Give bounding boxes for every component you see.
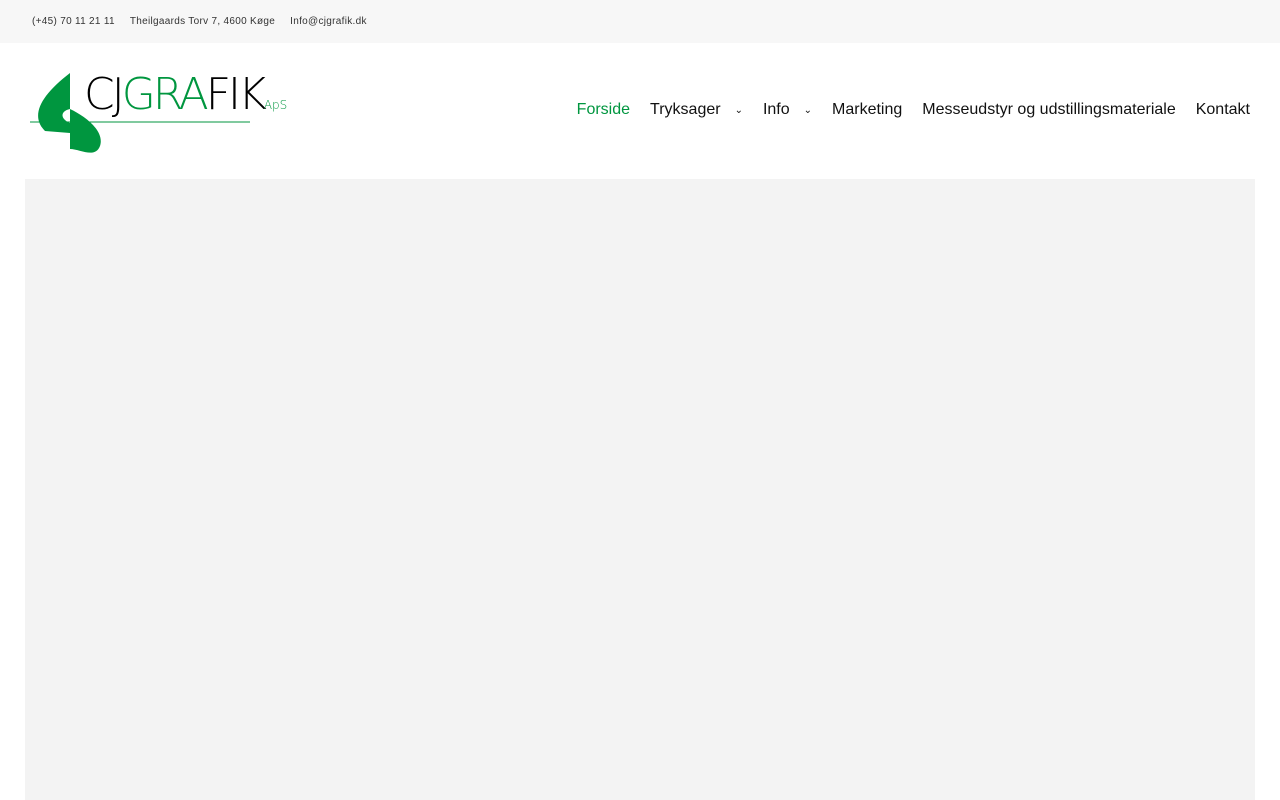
nav-marketing[interactable]: Marketing <box>832 101 902 119</box>
main-nav: Forside Tryksager ⌄ Info ⌄ Marketing Messe… <box>577 101 1250 119</box>
logo[interactable]: CJGRAFIKApS <box>30 69 287 166</box>
logo-text: CJGRAFIKApS <box>84 69 288 120</box>
nav-kontakt[interactable]: Kontakt <box>1196 101 1250 119</box>
header: CJGRAFIKApS Forside Tryksager ⌄ Info ⌄ Mar… <box>0 43 1280 179</box>
phone-link[interactable]: (+45) 70 11 21 11 <box>32 16 115 27</box>
chevron-down-icon: ⌄ <box>734 104 743 116</box>
nav-info[interactable]: Info ⌄ <box>763 101 812 119</box>
hero-placeholder <box>25 179 1255 800</box>
email-link[interactable]: Info@cjgrafik.dk <box>290 16 367 27</box>
top-bar: (+45) 70 11 21 11 Theilgaards Torv 7, 46… <box>0 0 1280 43</box>
chevron-down-icon: ⌄ <box>803 104 813 116</box>
nav-forside[interactable]: Forside <box>577 101 630 119</box>
address: Theilgaards Torv 7, 4600 Køge <box>129 16 276 27</box>
nav-tryksager[interactable]: Tryksager ⌄ <box>650 101 743 119</box>
nav-messeudstyr[interactable]: Messeudstyr og udstillingsmateriale <box>922 101 1175 119</box>
